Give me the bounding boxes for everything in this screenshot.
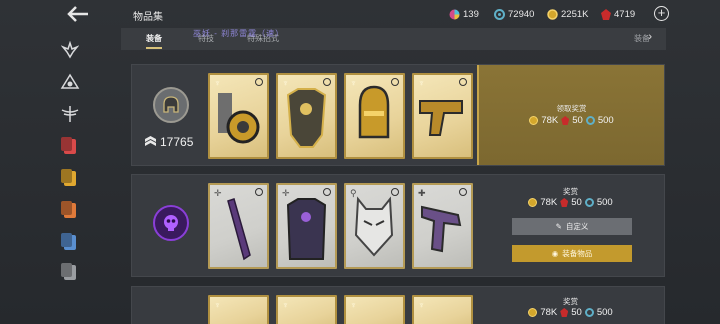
collection-row-1: 17765 ♆ ♆ ♆ ♆ 领取奖赏 78K 50 500: [131, 64, 665, 166]
gold-coin-icon: [547, 8, 558, 20]
reward-values: 78K 50 500: [477, 307, 664, 318]
reward-gems: 50: [572, 115, 583, 126]
reward-label: 领取奖赏: [556, 104, 587, 113]
item-slot[interactable]: ♆: [276, 295, 337, 324]
customize-label: 自定义: [565, 222, 589, 231]
purple-skull-emblem-icon: [153, 205, 189, 241]
class-mark-icon: ♆: [418, 300, 425, 310]
equip-items-button[interactable]: ◉ 装备物品: [512, 245, 632, 262]
back-arrow-icon[interactable]: [64, 3, 92, 25]
multicolor-orb-icon: [449, 9, 460, 19]
gear-coin-icon: [584, 198, 594, 207]
reward-values: 78K 50 500: [479, 115, 664, 126]
resource-orbs: 139: [449, 7, 479, 21]
gold-cards-icon[interactable]: [60, 168, 80, 188]
collection-score: 17765: [144, 135, 193, 149]
wolf-mask-item[interactable]: ⚲: [344, 183, 405, 269]
reward-label: 奖赏: [563, 187, 578, 196]
resource-gold: 2251K: [547, 7, 588, 21]
orange-cards-icon[interactable]: [60, 200, 80, 220]
resource-gear-coins: 72940: [494, 7, 534, 21]
add-currency-button[interactable]: +: [654, 6, 669, 21]
red-gem-icon: [601, 8, 611, 20]
resource-gear-value: 72940: [508, 8, 535, 20]
item-slot[interactable]: ♆: [344, 295, 405, 324]
item-slot[interactable]: ♆: [412, 295, 473, 324]
tab-equipment[interactable]: 装备: [146, 33, 162, 49]
gold-coin-icon: [529, 116, 539, 125]
row-emblem-area: 17765: [132, 65, 212, 165]
gold-coin-icon: [528, 198, 538, 207]
resource-gems: 4719: [601, 7, 635, 21]
gear-coin-icon: [584, 308, 594, 317]
purple-revolver-item[interactable]: ✚: [412, 183, 473, 269]
resource-gold-value: 2251K: [561, 8, 589, 20]
resource-orbs-value: 139: [463, 8, 479, 20]
collection-row-2: ✛ ✛ ⚲ ✚ 奖赏 78K 50 500 ✎ 自定义 ◉ 装备物品: [131, 174, 665, 277]
reward-gems: 50: [571, 197, 582, 208]
reward-gems: 50: [571, 307, 582, 318]
class-mark-icon: ♆: [282, 300, 289, 310]
reward-panel: 奖赏 78K 50 500: [477, 287, 664, 324]
lotus-emblem-icon[interactable]: [60, 40, 80, 60]
reward-gold: 78K: [540, 307, 558, 318]
gold-coin-icon: [528, 308, 538, 317]
winged-sword-icon[interactable]: [60, 104, 80, 124]
eye-triangle-icon[interactable]: [60, 72, 80, 92]
red-gem-icon: [561, 116, 570, 125]
resource-gems-value: 4719: [614, 8, 636, 20]
golden-armor-item[interactable]: ♆: [276, 73, 337, 159]
reward-gear: 500: [597, 115, 614, 126]
reward-gear: 500: [596, 197, 613, 208]
red-gem-icon: [560, 308, 569, 317]
red-cards-icon[interactable]: [60, 136, 80, 156]
gear-coin-icon: [585, 116, 595, 125]
reward-label: 奖赏: [563, 297, 578, 306]
golden-pistol-item[interactable]: ♆: [412, 73, 473, 159]
eye-icon: ◉: [551, 249, 559, 258]
reward-gear: 500: [596, 307, 613, 318]
collection-row-3: ♆ ♆ ♆ ♆ 奖赏 78K 50 500: [131, 286, 665, 324]
chevron-right-icon[interactable]: ›: [648, 32, 652, 43]
overlay-caption: 巫妖 - 刹那雷霆（速）: [193, 29, 285, 38]
item-slot[interactable]: ♆: [208, 295, 269, 324]
top-bar: 物品集 139 72940 2251K 4719 +: [0, 0, 720, 28]
hammer-shield-item[interactable]: ♆: [208, 73, 269, 159]
gear-coin-icon: [494, 8, 505, 20]
red-gem-icon: [560, 198, 569, 207]
brush-icon: ✎: [555, 222, 562, 231]
score-chevron-icon: [145, 136, 156, 146]
reward-values: 78K 50 500: [477, 197, 664, 208]
reward-gold: 78K: [541, 115, 559, 126]
page-title: 物品集: [133, 12, 163, 23]
helmet-emblem-icon: [153, 87, 189, 123]
dark-armor-item[interactable]: ✛: [276, 183, 337, 269]
class-mark-icon: ♆: [350, 300, 357, 310]
score-value: 17765: [160, 135, 194, 149]
row-emblem-area: [132, 175, 212, 276]
blue-cards-icon[interactable]: [60, 232, 80, 252]
screen: 物品集 139 72940 2251K 4719 + 装备 特技 特殊招式 装备…: [0, 0, 720, 324]
reward-gold: 78K: [540, 197, 558, 208]
grey-cards-icon[interactable]: [60, 262, 80, 282]
customize-button[interactable]: ✎ 自定义: [512, 218, 632, 235]
equip-label: 装备物品: [562, 249, 593, 258]
claim-reward-panel[interactable]: 领取奖赏 78K 50 500: [477, 65, 664, 165]
golden-helmet-item[interactable]: ♆: [344, 73, 405, 159]
class-mark-icon: ♆: [214, 300, 221, 310]
purple-blade-item[interactable]: ✛: [208, 183, 269, 269]
